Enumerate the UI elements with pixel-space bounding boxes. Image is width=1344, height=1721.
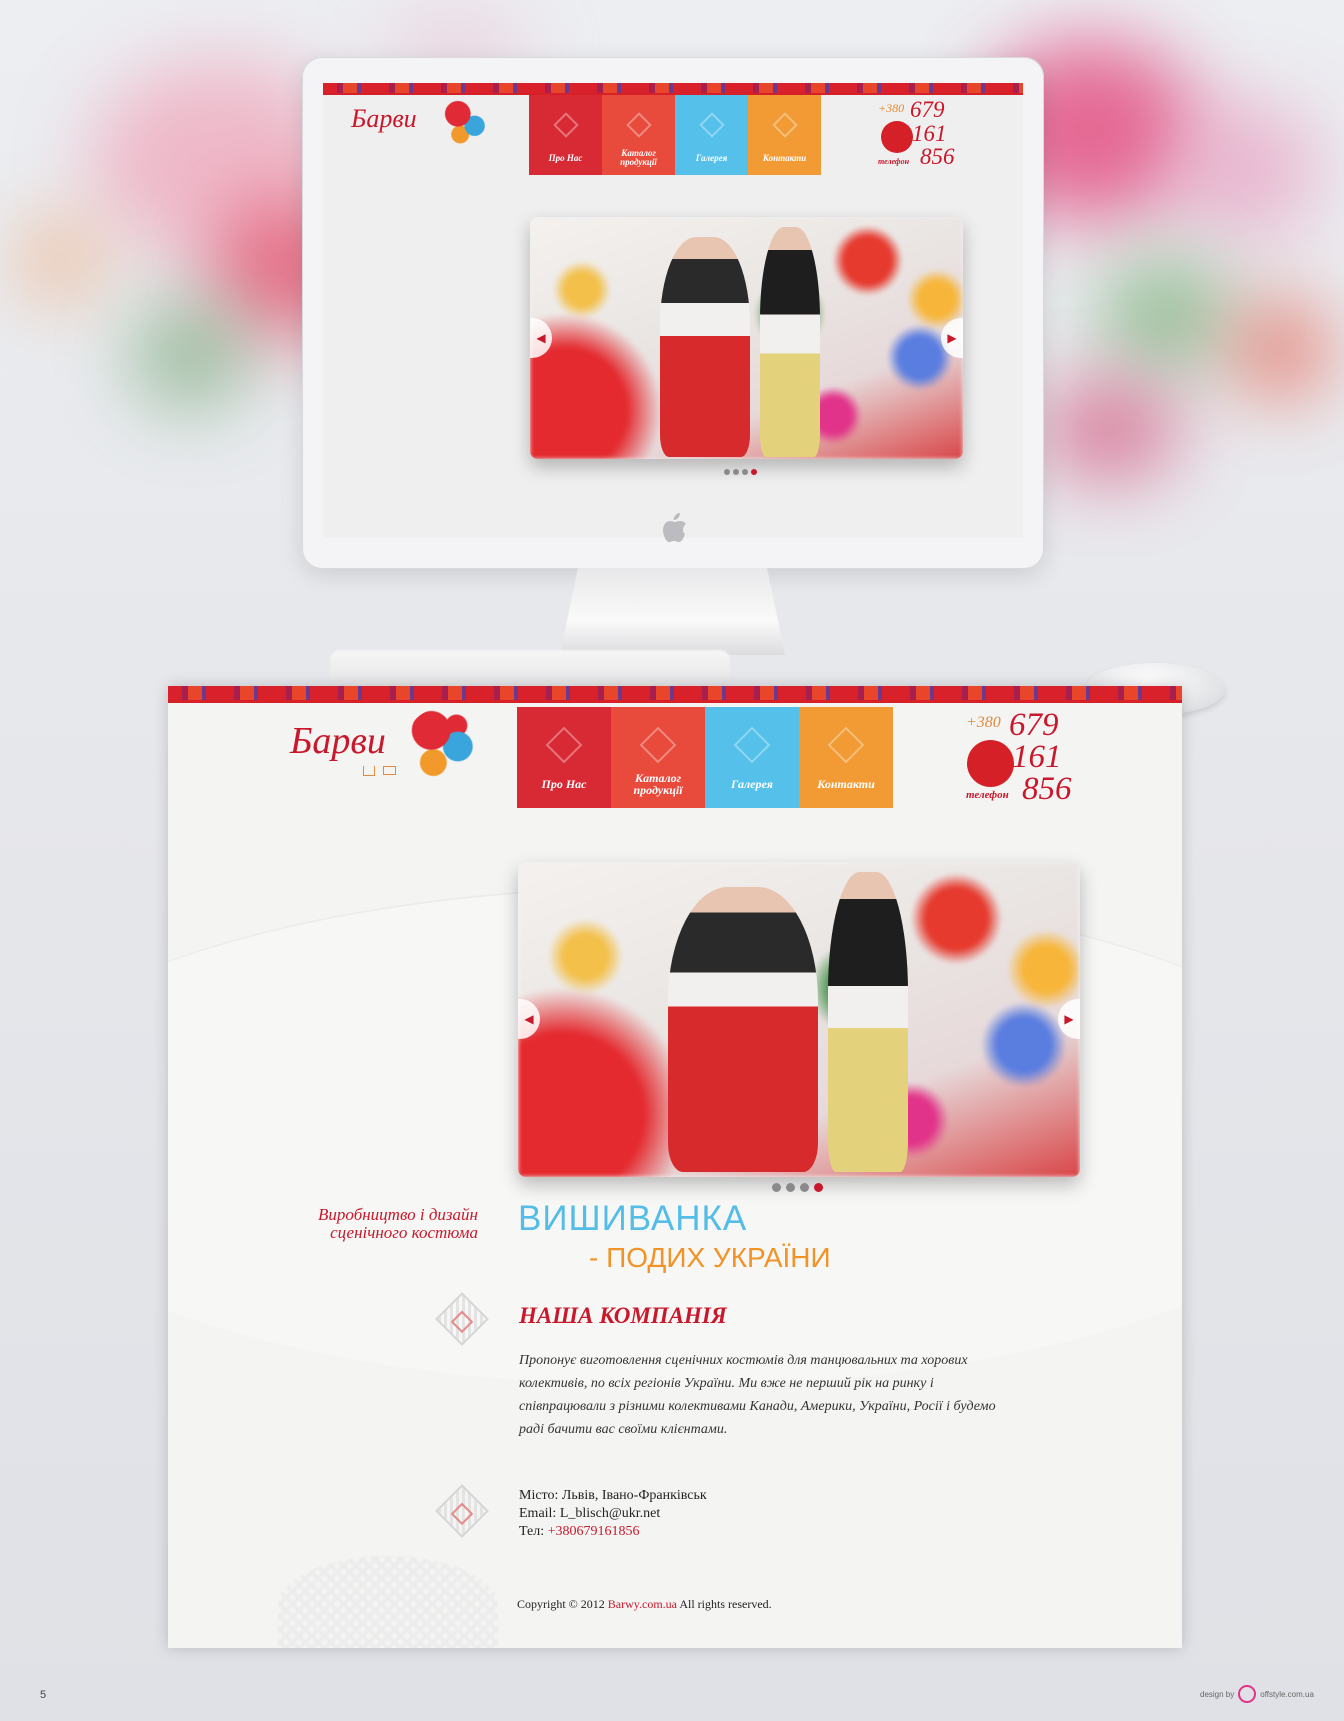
logo[interactable]: Барви [290,719,386,763]
phone-block-small: +380 679 161 856 телефон [878,97,955,169]
logo-flowers-small [441,97,489,145]
company-title: НАША КОМПАНІЯ [519,1303,727,1328]
header-stripe-small [323,83,1023,93]
imac-screen: Барви Про Нас Каталог продукції Галерея … [323,83,1023,538]
slider-dot-active[interactable] [751,469,757,475]
slider-dot[interactable] [800,1183,809,1192]
copyright: Copyright © 2012 Barwy.com.ua All rights… [517,1597,772,1611]
design-credit: design by offstyle.com.ua [1200,1685,1314,1703]
header-stripe [168,686,1182,700]
studio-logo-icon [1238,1685,1257,1703]
slider-dot[interactable] [786,1183,795,1192]
home-icon[interactable] [363,766,375,776]
nav-item-contacts[interactable]: Контакти [799,707,893,808]
phone-icon [967,740,1014,787]
contact-city: Місто: Львів, Івано-Франківськ [519,1488,707,1503]
slider-dots [772,1183,823,1192]
slider-dot-active[interactable] [814,1183,823,1192]
ornament-icon [435,1484,489,1538]
nav-item-gallery[interactable]: Галерея [705,707,799,808]
slider-dot[interactable] [733,469,739,475]
logo-flowers [406,708,478,778]
headline-line1: ВИШИВАНКА [518,1199,748,1238]
lace-ornament [278,1556,498,1648]
slider-dot[interactable] [772,1183,781,1192]
imac-stand [560,568,785,655]
phone-block: +380 679 161 856 телефон [966,707,1072,807]
nav-item-contacts-small[interactable]: Контакти [748,95,821,175]
slide-page-number: 5 [40,1689,47,1701]
slider-dot[interactable] [742,469,748,475]
nav-menu: Про Нас Каталог продукції Галерея Контак… [517,707,893,808]
nav-item-about-small[interactable]: Про Нас [529,95,602,175]
slider-dot[interactable] [724,469,730,475]
tagline: Виробництво і дизайн сценічного костюма [318,1205,478,1242]
website-page: Барви Про Нас Каталог продукції Галерея … [168,686,1182,1648]
imac-monitor: Барви Про Нас Каталог продукції Галерея … [302,57,1044,569]
mail-icon[interactable] [383,766,396,775]
nav-menu-small: Про Нас Каталог продукції Галерея Контак… [529,95,821,175]
company-description: Пропонує виготовлення сценічних костюмів… [519,1353,996,1437]
nav-item-catalog-small[interactable]: Каталог продукції [602,95,675,175]
footer-site-link[interactable]: Barwy.com.ua [608,1597,677,1611]
hero-slider-small[interactable]: ◀ ▶ [530,217,963,459]
hero-slider[interactable]: ◀ ▶ [518,862,1080,1177]
apple-logo-icon [663,513,686,542]
contact-phone-link[interactable]: +380679161856 [548,1524,640,1539]
phone-icon-small [881,121,913,153]
slider-dots-small [724,469,757,475]
nav-item-about[interactable]: Про Нас [517,707,611,808]
contacts-block: Місто: Львів, Івано-Франківськ Email: L_… [519,1488,707,1539]
keyboard [330,650,730,690]
nav-item-catalog[interactable]: Каталог продукції [611,707,705,808]
contact-email[interactable]: Email: L_blisch@ukr.net [519,1505,707,1523]
headline-line2: - ПОДИХ УКРАЇНИ [589,1242,831,1273]
nav-item-gallery-small[interactable]: Галерея [675,95,748,175]
logo-small[interactable]: Барви [351,104,417,134]
